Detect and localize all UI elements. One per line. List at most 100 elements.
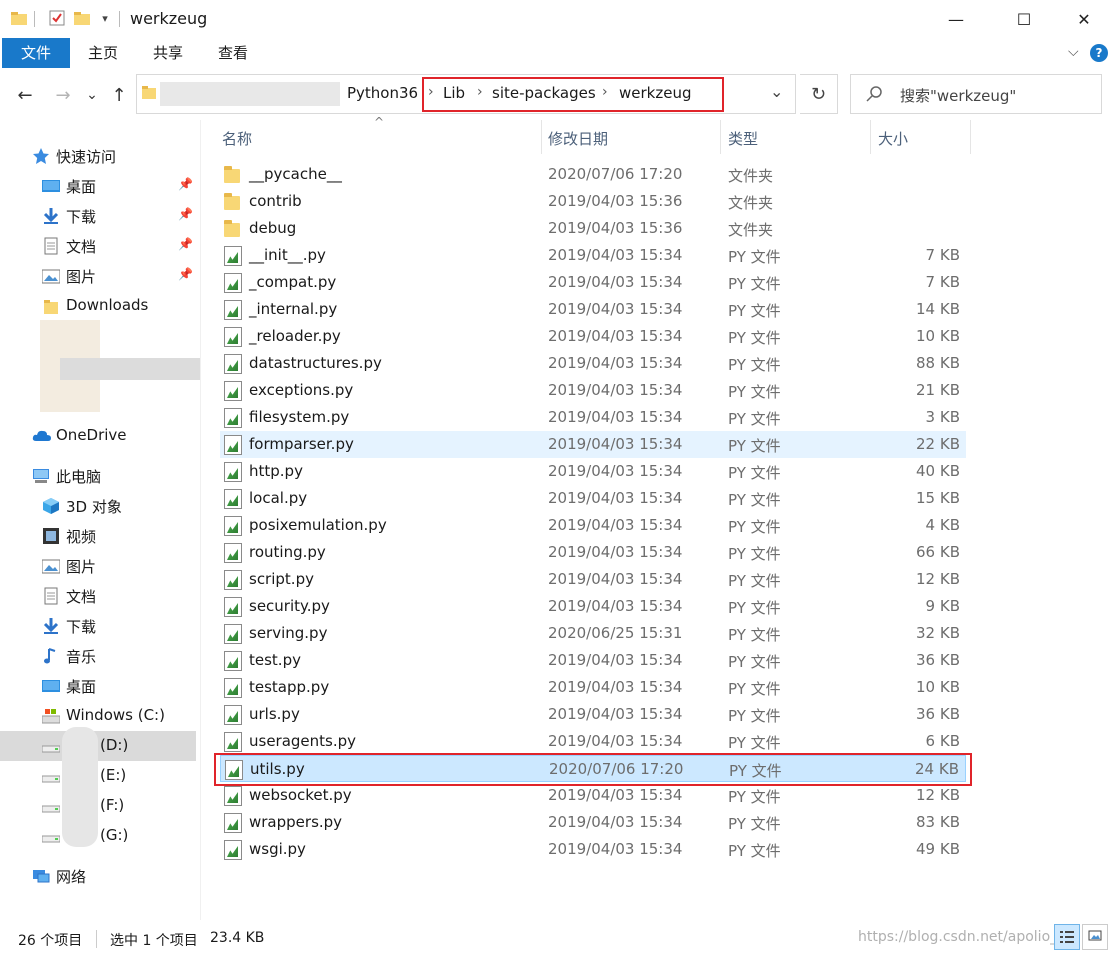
table-row[interactable]: _internal.py 2019/04/03 15:34 PY 文件 14 KB (220, 296, 966, 323)
forward-button[interactable]: → (48, 80, 78, 110)
sidebar-item-drive-g[interactable]: (G:) (0, 821, 200, 851)
address-dropdown-button[interactable]: ⌄ (770, 82, 783, 101)
table-row[interactable]: useragents.py 2019/04/03 15:34 PY 文件 6 KB (220, 728, 966, 755)
sidebar-item-downloads-folder[interactable]: Downloads (0, 291, 200, 321)
recent-locations-button[interactable]: ⌄ (80, 80, 104, 110)
tab-home[interactable]: 主页 (88, 38, 118, 68)
table-row[interactable]: websocket.py 2019/04/03 15:34 PY 文件 12 KB (220, 782, 966, 809)
file-name: wsgi.py (249, 840, 306, 858)
help-icon[interactable]: ? (1090, 44, 1108, 62)
table-row[interactable]: routing.py 2019/04/03 15:34 PY 文件 66 KB (220, 539, 966, 566)
up-button[interactable]: ↑ (104, 80, 134, 110)
pin-icon[interactable]: 📌 (178, 237, 193, 251)
table-row[interactable]: formparser.py 2019/04/03 15:34 PY 文件 22 KB (220, 431, 966, 458)
tab-share[interactable]: 共享 (153, 38, 183, 68)
sidebar-item-documents-pc[interactable]: 文档 (0, 581, 200, 611)
table-row[interactable]: serving.py 2020/06/25 15:31 PY 文件 32 KB (220, 620, 966, 647)
file-size: 10 KB (916, 678, 960, 696)
customize-toolbar-icon[interactable]: ▾ (96, 9, 114, 27)
sidebar-item-quick-access[interactable]: 快速访问 (0, 141, 200, 171)
sidebar-item-network[interactable]: 网络 (0, 861, 200, 891)
python-file-icon (224, 354, 242, 374)
python-file-icon (224, 705, 242, 725)
file-date: 2019/04/03 15:34 (548, 516, 683, 534)
pin-icon[interactable]: 📌 (178, 177, 193, 191)
sidebar-item-label: 此电脑 (56, 468, 102, 486)
sidebar-item-label: (G:) (100, 826, 129, 844)
pin-icon[interactable]: 📌 (178, 207, 193, 221)
table-row[interactable]: filesystem.py 2019/04/03 15:34 PY 文件 3 KB (220, 404, 966, 431)
sidebar-item-videos[interactable]: 视频 (0, 521, 200, 551)
column-resize-handle[interactable] (541, 120, 542, 154)
sidebar-item-music[interactable]: 音乐 (0, 641, 200, 671)
sidebar-item-downloads-pc[interactable]: 下载 (0, 611, 200, 641)
table-row[interactable]: exceptions.py 2019/04/03 15:34 PY 文件 21 KB (220, 377, 966, 404)
file-date: 2019/04/03 15:34 (548, 300, 683, 318)
file-date: 2019/04/03 15:34 (548, 786, 683, 804)
sidebar-item-pictures-pc[interactable]: 图片 (0, 551, 200, 581)
file-date: 2019/04/03 15:34 (548, 435, 683, 453)
breadcrumb-python36[interactable]: Python36 (347, 84, 418, 102)
expand-ribbon-icon[interactable]: ⌵ (1068, 44, 1079, 60)
table-row[interactable]: wrappers.py 2019/04/03 15:34 PY 文件 83 KB (220, 809, 966, 836)
file-name: _reloader.py (249, 327, 341, 345)
column-header-date[interactable]: 修改日期 (548, 128, 608, 149)
table-row[interactable]: local.py 2019/04/03 15:34 PY 文件 15 KB (220, 485, 966, 512)
table-row[interactable]: _reloader.py 2019/04/03 15:34 PY 文件 10 KB (220, 323, 966, 350)
file-name: datastructures.py (249, 354, 382, 372)
maximize-button[interactable]: ☐ (1001, 0, 1047, 38)
table-row[interactable]: http.py 2019/04/03 15:34 PY 文件 40 KB (220, 458, 966, 485)
folder-icon (224, 193, 240, 210)
file-name: exceptions.py (249, 381, 354, 399)
sidebar-item-downloads[interactable]: 下载 📌 (0, 201, 200, 231)
column-header-name[interactable]: 名称 (222, 128, 252, 149)
sidebar-item-this-pc[interactable]: 此电脑 (0, 461, 200, 491)
table-row[interactable]: test.py 2019/04/03 15:34 PY 文件 36 KB (220, 647, 966, 674)
table-row[interactable]: __pycache__ 2020/07/06 17:20 文件夹 (220, 161, 966, 188)
search-input[interactable]: 搜索"werkzeug" (900, 85, 1016, 106)
table-row[interactable]: __init__.py 2019/04/03 15:34 PY 文件 7 KB (220, 242, 966, 269)
table-row[interactable]: wsgi.py 2019/04/03 15:34 PY 文件 49 KB (220, 836, 966, 863)
sidebar-item-desktop-pc[interactable]: 桌面 (0, 671, 200, 701)
properties-icon[interactable] (48, 9, 66, 27)
sidebar-item-pictures[interactable]: 图片 📌 (0, 261, 200, 291)
table-row[interactable]: debug 2019/04/03 15:36 文件夹 (220, 215, 966, 242)
table-row[interactable]: posixemulation.py 2019/04/03 15:34 PY 文件 4 … (220, 512, 966, 539)
column-resize-handle[interactable] (720, 120, 721, 154)
column-resize-handle[interactable] (970, 120, 971, 154)
sidebar-item-documents[interactable]: 文档 📌 (0, 231, 200, 261)
tab-view[interactable]: 查看 (218, 38, 248, 68)
table-row[interactable]: script.py 2019/04/03 15:34 PY 文件 12 KB (220, 566, 966, 593)
table-row[interactable]: testapp.py 2019/04/03 15:34 PY 文件 10 KB (220, 674, 966, 701)
sidebar-item-drive-e[interactable]: (E:) (0, 761, 200, 791)
table-row[interactable]: _compat.py 2019/04/03 15:34 PY 文件 7 KB (220, 269, 966, 296)
file-type: 文件夹 (728, 194, 774, 212)
table-row[interactable]: datastructures.py 2019/04/03 15:34 PY 文件 88… (220, 350, 966, 377)
table-row[interactable]: urls.py 2019/04/03 15:34 PY 文件 36 KB (220, 701, 966, 728)
file-date: 2019/04/03 15:34 (548, 408, 683, 426)
column-resize-handle[interactable] (870, 120, 871, 154)
sidebar-item-3d-objects[interactable]: 3D 对象 (0, 491, 200, 521)
folder-icon (10, 9, 28, 27)
details-view-button[interactable] (1054, 924, 1080, 950)
back-button[interactable]: ← (10, 80, 40, 110)
table-row[interactable]: contrib 2019/04/03 15:36 文件夹 (220, 188, 966, 215)
sidebar-item-drive-d[interactable]: (D:) (0, 731, 196, 761)
refresh-button[interactable]: ↻ (800, 74, 838, 114)
column-header-type[interactable]: 类型 (728, 128, 758, 149)
sidebar-item-onedrive[interactable]: OneDrive (0, 421, 200, 451)
close-button[interactable]: ✕ (1061, 0, 1107, 38)
file-date: 2019/04/03 15:34 (548, 705, 683, 723)
minimize-button[interactable]: — (933, 0, 979, 38)
window-title: werkzeug (130, 9, 208, 28)
new-folder-icon[interactable] (73, 9, 91, 27)
sidebar-item-desktop[interactable]: 桌面 📌 (0, 171, 200, 201)
tab-file[interactable]: 文件 (2, 38, 70, 68)
sidebar-item-drive-f[interactable]: (F:) (0, 791, 200, 821)
column-header-size[interactable]: 大小 (878, 128, 908, 149)
pin-icon[interactable]: 📌 (178, 267, 193, 281)
sidebar-item-drive-c[interactable]: Windows (C:) (0, 701, 200, 731)
table-row[interactable]: security.py 2019/04/03 15:34 PY 文件 9 KB (220, 593, 966, 620)
file-name: testapp.py (249, 678, 330, 696)
large-icons-view-button[interactable] (1082, 924, 1108, 950)
